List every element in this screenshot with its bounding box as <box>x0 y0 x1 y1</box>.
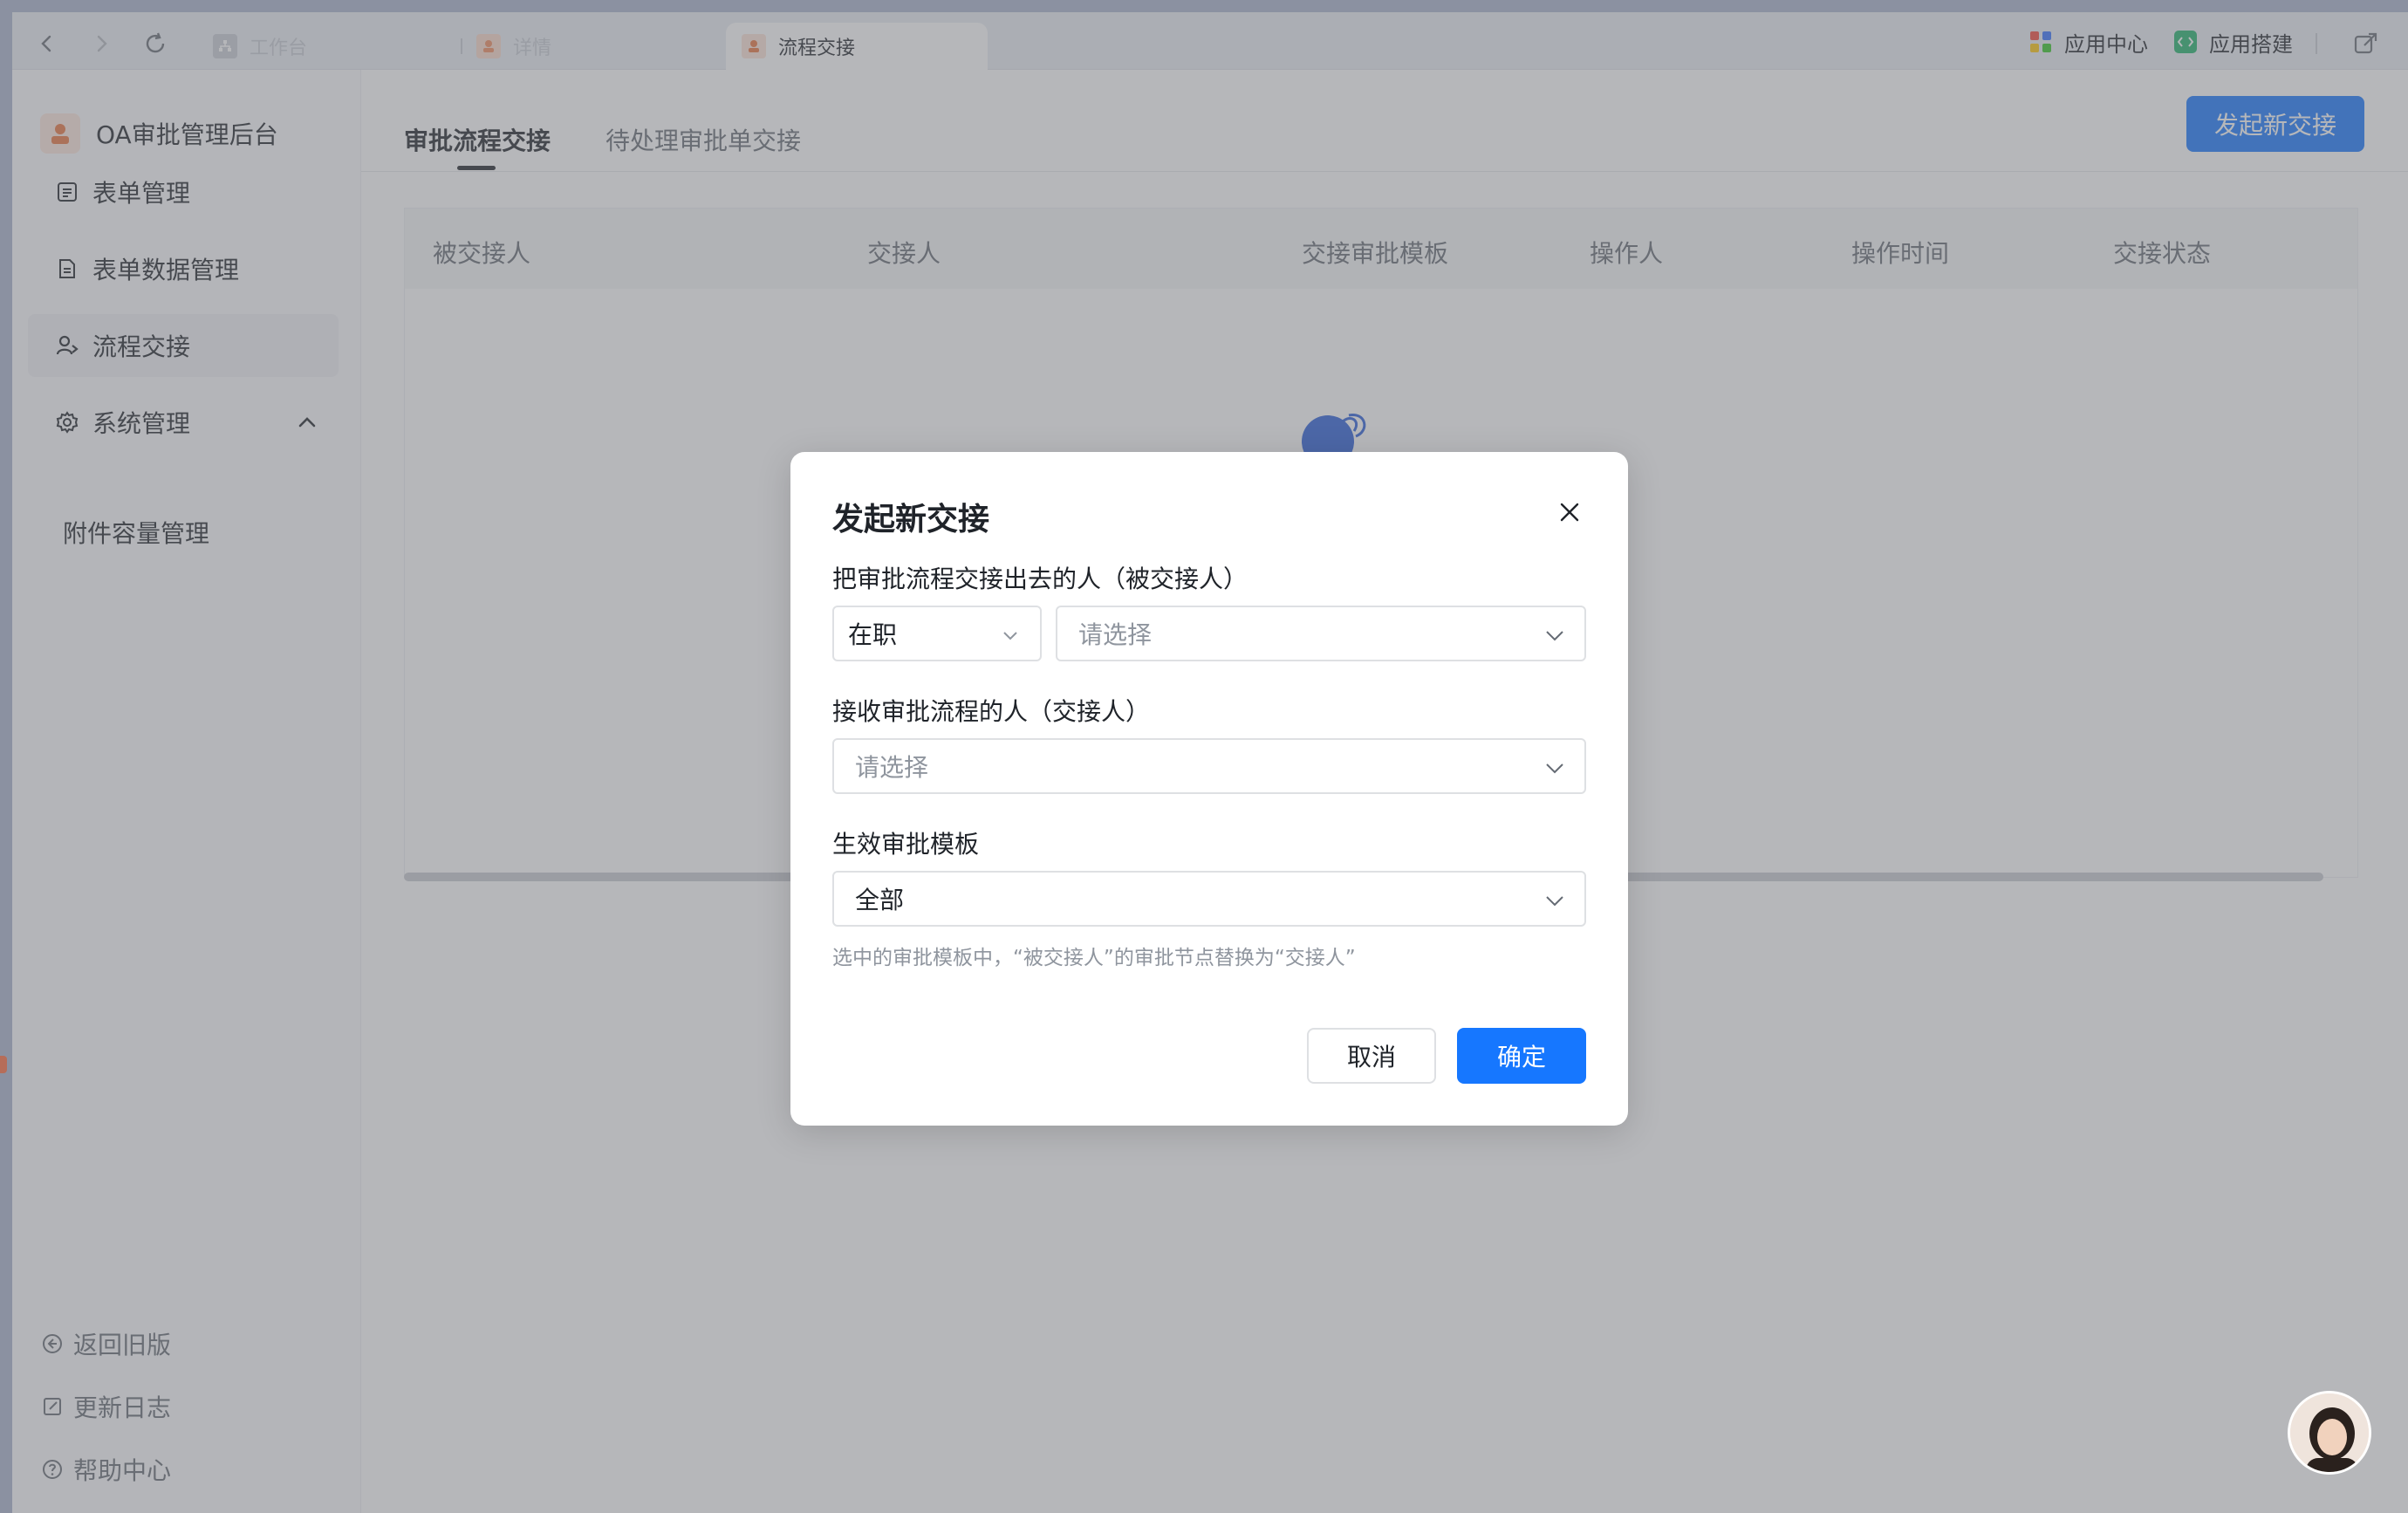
chevron-down-icon <box>1000 625 1021 646</box>
new-handover-dialog: 发起新交接 把审批流程交接出去的人（被交接人） 在职 请选择 接收审批流程的人（… <box>790 452 1628 1126</box>
handover-to-label: 接收审批流程的人（交接人） <box>832 697 1151 726</box>
select-value: 全部 <box>855 886 905 914</box>
confirm-button[interactable]: 确定 <box>1457 1028 1586 1084</box>
chevron-down-icon <box>1544 757 1565 778</box>
chevron-down-icon <box>1544 890 1565 911</box>
select-value: 在职 <box>848 620 898 649</box>
handover-from-label: 把审批流程交接出去的人（被交接人） <box>832 565 1248 593</box>
template-label: 生效审批模板 <box>832 830 980 859</box>
cancel-button[interactable]: 取消 <box>1307 1028 1436 1084</box>
dialog-title: 发起新交接 <box>832 502 990 537</box>
select-placeholder: 请选择 <box>855 753 929 782</box>
select-placeholder: 请选择 <box>1078 620 1153 649</box>
handover-to-person-select[interactable]: 请选择 <box>832 738 1586 794</box>
chevron-down-icon <box>1544 625 1565 646</box>
employment-status-select[interactable]: 在职 <box>832 606 1042 661</box>
assistant-avatar[interactable] <box>2288 1391 2371 1475</box>
template-select[interactable]: 全部 <box>832 871 1586 927</box>
template-hint: 选中的审批模板中，“被交接人”的审批节点替换为“交接人” <box>832 947 1356 969</box>
handover-from-person-select[interactable]: 请选择 <box>1056 606 1586 661</box>
close-icon[interactable] <box>1556 499 1583 525</box>
